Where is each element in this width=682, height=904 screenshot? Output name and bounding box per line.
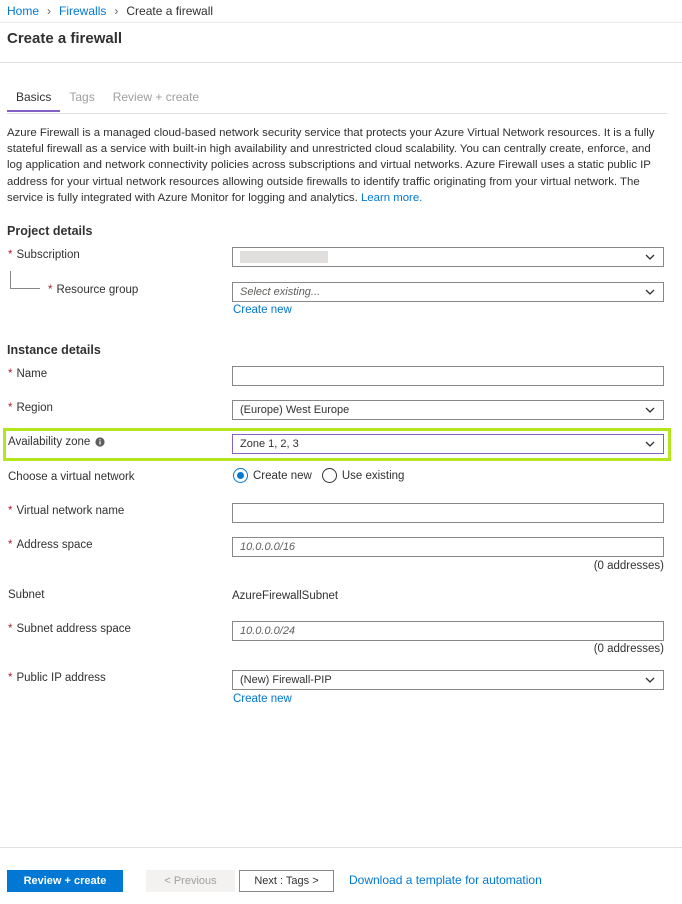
chevron-down-icon	[645, 407, 655, 413]
tab-tags[interactable]: Tags	[60, 90, 103, 112]
required-asterisk: *	[8, 539, 13, 551]
next-tags-button[interactable]: Next : Tags >	[239, 870, 334, 892]
name-label: * Name	[8, 368, 48, 380]
chevron-right-icon: ›	[47, 4, 52, 18]
virtual-network-radio-group: Create new Use existing	[233, 468, 404, 483]
description: Azure Firewall is a managed cloud-based …	[7, 125, 665, 206]
info-icon[interactable]	[95, 437, 105, 447]
review-create-button[interactable]: Review + create	[7, 870, 123, 892]
subscription-select[interactable]	[232, 247, 664, 267]
required-asterisk: *	[48, 284, 53, 296]
title-divider	[0, 62, 682, 63]
required-asterisk: *	[8, 249, 13, 261]
resource-group-select[interactable]: Select existing...	[232, 282, 664, 302]
breadcrumb: Home › Firewalls › Create a firewall	[0, 0, 682, 23]
availability-zone-label: Availability zone	[8, 436, 105, 448]
subnet-label: Subnet	[8, 589, 45, 601]
virtual-network-name-label: * Virtual network name	[8, 505, 125, 517]
breadcrumb-current: Create a firewall	[126, 4, 214, 18]
public-ip-label: * Public IP address	[8, 672, 106, 684]
previous-button[interactable]: < Previous	[146, 870, 235, 892]
region-select[interactable]: (Europe) West Europe	[232, 400, 664, 420]
resource-group-label: * Resource group	[48, 284, 139, 296]
breadcrumb-home-link[interactable]: Home	[7, 4, 39, 18]
chevron-right-icon: ›	[114, 4, 119, 18]
project-details-title: Project details	[7, 224, 93, 238]
subnet-value: AzureFirewallSubnet	[232, 590, 339, 602]
download-template-link[interactable]: Download a template for automation	[349, 873, 542, 887]
required-asterisk: *	[8, 505, 13, 517]
required-asterisk: *	[8, 672, 13, 684]
use-existing-radio[interactable]	[321, 468, 337, 483]
radio-selected-dot	[237, 472, 244, 479]
address-space-count: (0 addresses)	[593, 560, 664, 572]
tab-basics[interactable]: Basics	[7, 90, 61, 112]
public-ip-create-new-link[interactable]: Create new	[233, 693, 292, 705]
tab-bar: Basics Tags Review + create	[7, 90, 208, 112]
learn-more-link[interactable]: Learn more.	[361, 192, 422, 204]
tabs-divider	[7, 113, 667, 114]
virtual-network-label: Choose a virtual network	[8, 471, 135, 483]
description-text: Azure Firewall is a managed cloud-based …	[7, 127, 655, 204]
page-title: Create a firewall	[7, 30, 123, 47]
instance-details-title: Instance details	[7, 343, 101, 357]
tab-review-create[interactable]: Review + create	[104, 90, 208, 112]
subnet-address-count: (0 addresses)	[593, 643, 664, 655]
chevron-down-icon	[645, 441, 655, 447]
required-asterisk: *	[8, 623, 13, 635]
name-input[interactable]	[232, 366, 664, 386]
address-space-input[interactable]: 10.0.0.0/16	[232, 537, 664, 557]
chevron-down-icon	[645, 289, 655, 295]
chevron-down-icon	[645, 677, 655, 683]
virtual-network-name-input[interactable]	[232, 503, 664, 523]
chevron-down-icon	[645, 254, 655, 260]
breadcrumb-firewalls-link[interactable]: Firewalls	[59, 4, 106, 18]
tree-connector	[10, 271, 40, 289]
subscription-label: * Subscription	[8, 249, 80, 261]
availability-zone-select[interactable]: Zone 1, 2, 3	[232, 434, 664, 454]
resource-group-create-new-link[interactable]: Create new	[233, 304, 292, 316]
create-new-radio-label[interactable]: Create new	[253, 470, 312, 482]
use-existing-radio-label[interactable]: Use existing	[342, 470, 405, 482]
subnet-address-space-label: * Subnet address space	[8, 623, 131, 635]
required-asterisk: *	[8, 402, 13, 414]
create-new-radio[interactable]	[233, 468, 248, 483]
public-ip-select[interactable]: (New) Firewall-PIP	[232, 670, 664, 690]
subscription-value-redacted	[240, 251, 328, 263]
subnet-address-space-input[interactable]: 10.0.0.0/24	[232, 621, 664, 641]
address-space-label: * Address space	[8, 539, 93, 551]
required-asterisk: *	[8, 368, 13, 380]
region-label: * Region	[8, 402, 53, 414]
footer-divider	[0, 847, 682, 848]
